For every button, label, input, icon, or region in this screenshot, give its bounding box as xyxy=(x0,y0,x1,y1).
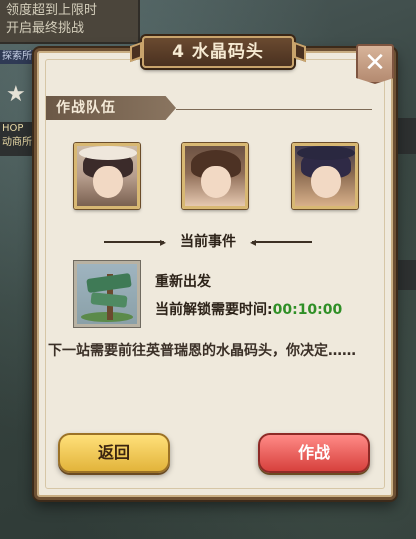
unlock-time: 00:10:00 xyxy=(272,302,343,318)
dialog-title: 4 水晶码头 xyxy=(142,36,294,68)
unlock-label: 当前解锁需要时间: xyxy=(155,302,273,318)
character-portrait-3[interactable] xyxy=(292,143,358,209)
team-section-label: 作战队伍 xyxy=(46,96,176,120)
banner-line-1: 领度超到上限时 xyxy=(6,3,98,18)
background-tag: 探索所 xyxy=(0,50,38,64)
signpost-icon xyxy=(74,261,140,327)
background-banner: 领度超到上限时 开启最终挑战 xyxy=(0,0,140,44)
divider-right xyxy=(252,241,312,243)
background-right-tab xyxy=(394,118,416,154)
section-divider xyxy=(176,109,372,110)
unlock-time-row: 当前解锁需要时间:00:10:00 xyxy=(155,299,342,319)
close-icon: ✕ xyxy=(364,48,386,78)
back-button[interactable]: 返回 xyxy=(58,433,170,473)
event-description: 下一站需要前往英普瑞恩的水晶码头，你决定…… xyxy=(48,343,356,359)
background-right-tab-2 xyxy=(394,260,416,290)
character-portrait-2[interactable] xyxy=(182,143,248,209)
fight-button[interactable]: 作战 xyxy=(258,433,370,473)
background-shop-label: HOP 动商所 xyxy=(0,122,36,156)
character-portrait-1[interactable] xyxy=(74,143,140,209)
star-icon: ★ xyxy=(6,82,26,107)
close-button[interactable]: ✕ xyxy=(356,44,394,84)
banner-line-2: 开启最终挑战 xyxy=(6,21,85,36)
event-name: 重新出发 xyxy=(155,274,211,290)
event-header: ▸ 当前事件 ◂ xyxy=(96,232,320,252)
